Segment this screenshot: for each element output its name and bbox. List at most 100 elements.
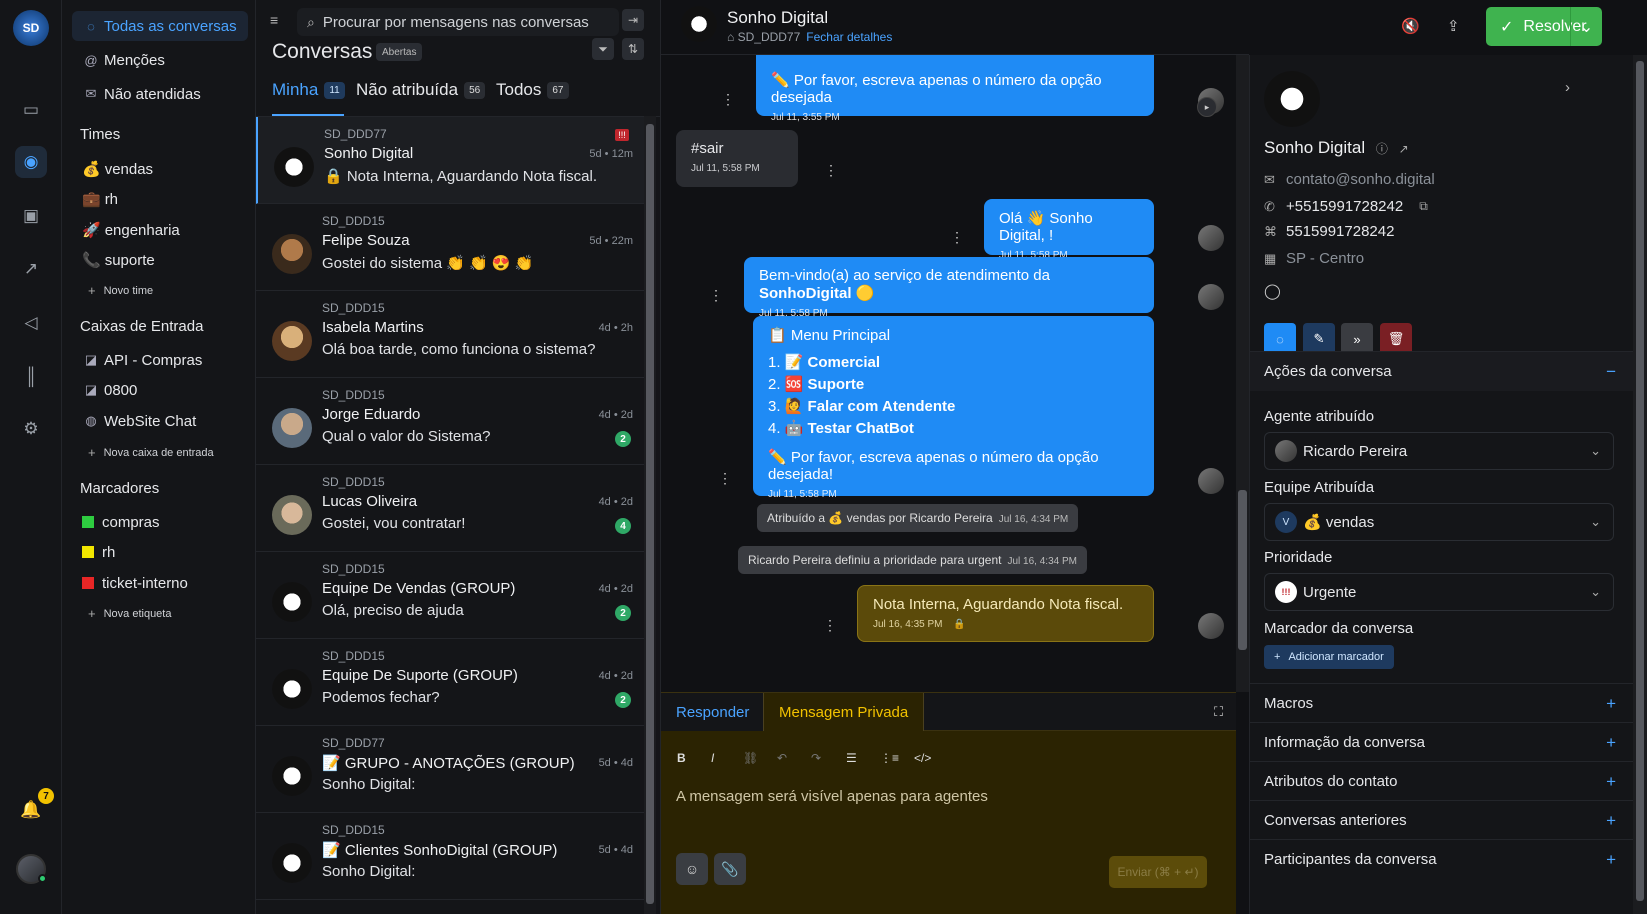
sidebar-team-suporte[interactable]: 📞 suporte [72, 245, 248, 275]
sidebar-inbox-0800[interactable]: ◪ 0800 [72, 375, 248, 405]
settings-gear-icon[interactable]: ⚙ [15, 413, 47, 445]
timestamp: 4d • 2d [598, 409, 633, 421]
copy-icon[interactable]: ⧉ [1419, 199, 1428, 214]
reports-icon[interactable]: ↗ [15, 253, 47, 285]
sidebar-inbox-api-compras[interactable]: ◪ API - Compras [72, 345, 248, 375]
chat-scrollbar[interactable] [1236, 55, 1249, 692]
scrollbar-thumb[interactable] [1636, 61, 1644, 901]
message-menu-icon[interactable]: ⋮ [718, 470, 732, 487]
activity-text: Ricardo Pereira definiu a prioridade par… [748, 553, 1002, 567]
sidebar-item-mentions[interactable]: @ Menções [72, 45, 248, 75]
sidebar-team-vendas[interactable]: 💰 vendas [72, 154, 248, 184]
conversations-icon[interactable]: ◉ [15, 146, 47, 178]
sidebar-label-compras[interactable]: compras [72, 507, 248, 537]
attachment-icon[interactable]: 📎 [714, 853, 746, 885]
bullet-list-icon[interactable]: ☰ [846, 751, 857, 765]
priority-select[interactable]: !!! Urgente ⌄ [1264, 573, 1614, 611]
conversation-item[interactable]: SD_DDD15 Lucas Oliveira Gostei, vou cont… [256, 465, 645, 552]
sidebar-item-label: Todas as conversas [104, 17, 237, 35]
link-icon[interactable]: ⛓ [743, 751, 758, 765]
section-participants[interactable]: Participantes da conversa + [1250, 839, 1634, 879]
chevron-down-icon[interactable]: ⌄ [1570, 7, 1602, 46]
conversation-list-scrollbar[interactable] [644, 116, 656, 914]
conversation-item[interactable]: SD_DDD15 Equipe De Suporte (GROUP) Podem… [256, 639, 645, 726]
undo-icon[interactable]: ↶ [777, 751, 787, 765]
play-icon[interactable]: ▸ [1197, 97, 1217, 117]
search-input[interactable]: ⌕ Procurar por mensagens nas conversas [297, 8, 619, 36]
team-emoji: 🚀 [82, 222, 101, 239]
mute-icon[interactable]: 🔇 [1401, 17, 1420, 35]
contact-panel-scrollbar[interactable] [1633, 55, 1647, 914]
numbered-list-icon[interactable]: ⋮≡ [880, 751, 899, 765]
sidebar-item-all-conversations[interactable]: ◌ Todas as conversas [72, 11, 248, 41]
sidebar-team-rh[interactable]: 💼 rh [72, 184, 248, 214]
tab-unassigned[interactable]: Não atribuída 56 [356, 80, 486, 100]
scrollbar-thumb[interactable] [1238, 490, 1247, 650]
agent-avatar [1198, 468, 1224, 494]
emoji-icon[interactable]: ☺ [676, 853, 708, 885]
expand-icon[interactable]: ⛶ [1214, 704, 1223, 720]
filter-icon[interactable]: ⏷ [592, 38, 614, 60]
tab-mine[interactable]: Minha 11 [272, 80, 345, 100]
message-menu-icon[interactable]: ⋮ [950, 229, 964, 246]
brand-logo[interactable]: SD [13, 10, 49, 46]
section-conversation-info[interactable]: Informação da conversa + [1250, 722, 1634, 762]
conversation-item[interactable]: SD_DDD15 Equipe De Vendas (GROUP) Olá, p… [256, 552, 645, 639]
message-menu-icon[interactable]: ⋮ [823, 617, 837, 634]
menu-toggle-icon[interactable]: ≡ [270, 12, 278, 28]
sidebar-label-ticket-interno[interactable]: ticket-interno [72, 568, 248, 598]
whatsapp-icon[interactable]: ◯ [1264, 282, 1281, 300]
contact-location-text: SP - Centro [1286, 250, 1365, 267]
new-inbox-button[interactable]: + Nova caixa de entrada [88, 445, 214, 460]
resolve-button[interactable]: ✓ Resolver ⌄ [1486, 7, 1602, 46]
sidebar-inbox-website-chat[interactable]: ◍ WebSite Chat [72, 406, 248, 436]
close-details-link[interactable]: Fechar detalhes [806, 30, 892, 44]
bold-icon[interactable]: B [677, 751, 686, 765]
phone-icon: ✆ [1264, 198, 1275, 214]
campaigns-icon[interactable]: ◁ [15, 307, 47, 339]
message-menu-icon[interactable]: ⋮ [824, 162, 838, 179]
team-select[interactable]: V 💰 vendas ⌄ [1264, 503, 1614, 541]
sidebar-item-unattended[interactable]: ✉ Não atendidas [72, 79, 248, 109]
sort-icon[interactable]: ⇅ [622, 38, 644, 60]
contact-phone[interactable]: ✆ +5515991728242 ⧉ [1264, 198, 1428, 215]
new-label-button[interactable]: + Nova etiqueta [88, 606, 171, 621]
add-tag-button[interactable]: + Adicionar marcador [1264, 645, 1394, 669]
tab-all[interactable]: Todos 67 [496, 80, 569, 100]
conversation-item[interactable]: SD_DDD77 Sonho Digital 🔒 Nota Interna, A… [256, 117, 645, 204]
section-previous-conversations[interactable]: Conversas anteriores + [1250, 800, 1634, 840]
new-team-button[interactable]: + Novo time [88, 283, 153, 298]
agent-select[interactable]: Ricardo Pereira ⌄ [1264, 432, 1614, 470]
contact-email[interactable]: ✉ contato@sonho.digital [1264, 171, 1435, 188]
conversation-item[interactable]: SD_DDD15 Jorge Eduardo Qual o valor do S… [256, 378, 645, 465]
status-filter-pill[interactable]: Abertas [376, 43, 423, 61]
inbox-icon[interactable]: ▭ [15, 94, 47, 126]
info-icon[interactable]: ⓘ [1376, 142, 1388, 156]
contacts-icon[interactable]: ▣ [15, 200, 47, 232]
message-menu-icon[interactable]: ⋮ [721, 91, 735, 108]
scrollbar-thumb[interactable] [646, 124, 654, 904]
share-icon[interactable]: ⇪ [1447, 17, 1460, 35]
collapse-panel-icon[interactable]: ⇥ [622, 9, 644, 31]
code-icon[interactable]: </> [914, 751, 931, 765]
italic-icon[interactable]: I [711, 751, 714, 765]
sidebar-label-rh[interactable]: rh [72, 537, 248, 567]
tab-reply[interactable]: Responder [661, 693, 765, 731]
tab-private-message[interactable]: Mensagem Privada [763, 693, 925, 731]
send-button[interactable]: Enviar (⌘ + ↵) [1109, 856, 1207, 888]
section-conversation-actions[interactable]: Ações da conversa − [1250, 351, 1634, 391]
redo-icon[interactable]: ↷ [811, 751, 821, 765]
chat-contact-name[interactable]: Sonho Digital [727, 8, 828, 28]
conversation-item[interactable]: SD_DDD15 Felipe Souza Gostei do sistema … [256, 204, 645, 291]
message-menu-icon[interactable]: ⋮ [709, 287, 723, 304]
conversation-item[interactable]: SD_DDD15 📝 Clientes SonhoDigital (GROUP)… [256, 813, 645, 900]
external-link-icon[interactable]: ↗ [1399, 142, 1409, 156]
section-contact-attributes[interactable]: Atributos do contato + [1250, 761, 1634, 801]
section-macros[interactable]: Macros + [1250, 683, 1634, 723]
chevron-right-icon[interactable]: › [1565, 79, 1570, 96]
message-input[interactable]: A mensagem será visível apenas para agen… [676, 788, 988, 805]
conversation-item[interactable]: SD_DDD77 📝 GRUPO - ANOTAÇÕES (GROUP) Son… [256, 726, 645, 813]
library-icon[interactable]: ║ [15, 361, 47, 393]
sidebar-team-engenharia[interactable]: 🚀 engenharia [72, 215, 248, 245]
conversation-item[interactable]: SD_DDD15 Isabela Martins Olá boa tarde, … [256, 291, 645, 378]
